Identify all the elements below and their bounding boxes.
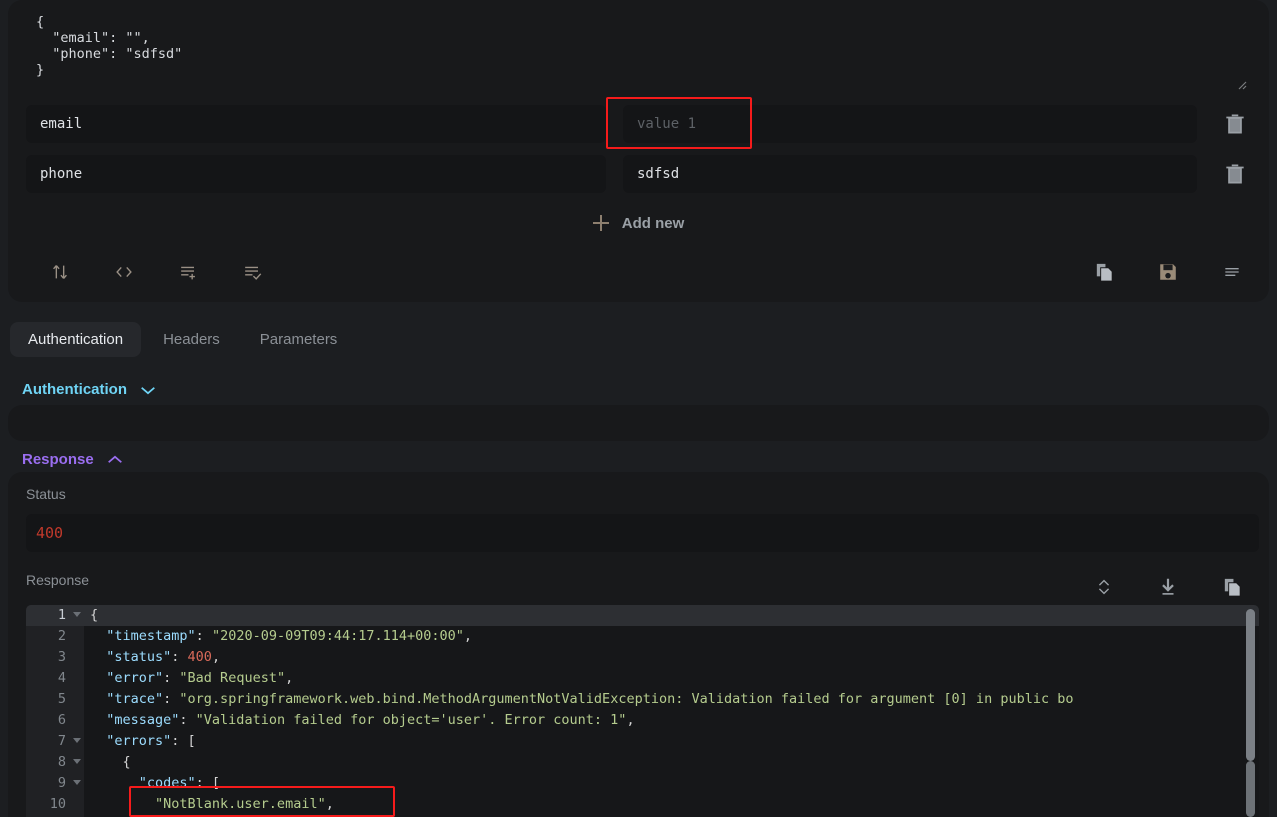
code-token: "2020-09-09T09:44:17.114+00:00" <box>211 628 464 644</box>
code-line: "NotBlank.user.email", <box>84 794 1259 815</box>
code-line: "status": 400, <box>84 647 1259 668</box>
code-token: , <box>463 628 473 644</box>
code-line: { <box>84 605 1259 626</box>
line-number: 1 <box>26 605 84 626</box>
delete-row-icon[interactable] <box>1222 161 1248 187</box>
plus-icon <box>592 215 609 231</box>
add-new-label: Add new <box>621 214 685 232</box>
request-body-editor[interactable]: { "email": "", "phone": "sdfsd" } <box>26 8 1259 93</box>
code-token: : <box>195 628 212 644</box>
response-code-editor[interactable]: 1 2 3 4 5 6 7 8 9 10 { "timestamp": "2020-09-09T0… <box>26 605 1259 817</box>
code-token: "trace" <box>90 691 164 707</box>
code-line: "codes": [ <box>84 773 1259 794</box>
code-token: { <box>90 754 131 770</box>
line-number: 5 <box>57 691 66 707</box>
param-row <box>26 155 1259 193</box>
line-number: 9 <box>26 773 84 794</box>
tab-authentication[interactable]: Authentication <box>10 322 142 357</box>
response-section-header[interactable]: Response <box>22 451 124 468</box>
list-check-icon[interactable] <box>232 252 272 292</box>
editor-scrollbar-track[interactable] <box>1246 761 1255 817</box>
response-label: Response <box>26 572 90 588</box>
status-code: 400 <box>36 524 64 542</box>
request-toolbar <box>8 252 1269 292</box>
chevron-down-icon <box>141 386 155 394</box>
code-token: "status" <box>90 649 172 665</box>
code-line: "message": "Validation failed for object… <box>84 710 1259 731</box>
code-token: : <box>179 712 196 728</box>
param-key-input[interactable] <box>26 155 606 193</box>
tab-headers[interactable]: Headers <box>145 322 238 357</box>
save-icon[interactable] <box>1148 252 1188 292</box>
code-token: "Bad Request" <box>179 670 286 686</box>
code-token: : [ <box>171 733 196 749</box>
authentication-section-title: Authentication <box>22 381 127 398</box>
param-key-input[interactable] <box>26 105 606 143</box>
code-token: "org.springframework.web.bind.MethodArgu… <box>179 691 1074 707</box>
tab-parameters[interactable]: Parameters <box>242 322 356 357</box>
code-token: , <box>325 796 334 812</box>
line-number: 7 <box>26 731 84 752</box>
line-number: 3 <box>57 649 66 665</box>
line-number-gutter: 1 2 3 4 5 6 7 8 9 10 <box>26 605 84 817</box>
response-section-title: Response <box>22 451 94 468</box>
list-add-icon[interactable] <box>168 252 208 292</box>
add-new-button[interactable]: Add new <box>8 208 1269 238</box>
editor-scrollbar-thumb[interactable] <box>1246 609 1255 761</box>
code-token: "timestamp" <box>90 628 196 644</box>
download-icon[interactable] <box>1148 567 1188 607</box>
code-icon[interactable] <box>104 252 144 292</box>
line-number: 8 <box>26 752 84 773</box>
code-token: , <box>626 712 635 728</box>
param-value-input[interactable] <box>623 155 1197 193</box>
param-row <box>26 105 1259 143</box>
line-number: 6 <box>57 712 66 728</box>
code-token: : <box>163 691 180 707</box>
fold-arrow-icon[interactable] <box>73 759 81 764</box>
request-tabs: Authentication Headers Parameters <box>10 322 355 357</box>
param-value-input[interactable] <box>623 105 1197 143</box>
code-token: { <box>90 607 99 623</box>
code-line: "error": "Bad Request", <box>84 668 1259 689</box>
line-number: 10 <box>49 796 66 812</box>
code-token: , <box>285 670 294 686</box>
status-value-box: 400 <box>26 514 1259 552</box>
authentication-panel <box>8 405 1269 441</box>
response-panel: Status 400 Response 1 2 3 4 5 6 7 8 9 10 { "times… <box>8 472 1269 817</box>
expand-collapse-icon[interactable] <box>1084 567 1124 607</box>
delete-row-icon[interactable] <box>1222 111 1248 137</box>
chevron-up-icon <box>107 455 122 463</box>
code-token: "message" <box>90 712 180 728</box>
code-token: , <box>211 649 221 665</box>
code-line: "timestamp": "2020-09-09T09:44:17.114+00… <box>84 626 1259 647</box>
line-number: 2 <box>57 628 66 644</box>
line-number: 4 <box>57 670 66 686</box>
code-token: "Validation failed for object='user'. Er… <box>195 712 627 728</box>
fold-arrow-icon[interactable] <box>73 612 81 617</box>
code-token: "error" <box>90 670 164 686</box>
code-token: "codes" <box>90 775 196 791</box>
menu-icon[interactable] <box>1212 252 1252 292</box>
code-token: "NotBlank.user.email" <box>90 796 326 812</box>
request-panel: { "email": "", "phone": "sdfsd" } Add ne… <box>8 0 1269 302</box>
copy-icon[interactable] <box>1084 252 1124 292</box>
code-token: : <box>163 670 180 686</box>
copy-icon[interactable] <box>1212 567 1252 607</box>
code-line: "errors": [ <box>84 731 1259 752</box>
sort-icon[interactable] <box>40 252 80 292</box>
code-token: : [ <box>195 775 221 791</box>
fold-arrow-icon[interactable] <box>73 738 81 743</box>
fold-arrow-icon[interactable] <box>73 780 81 785</box>
code-content[interactable]: { "timestamp": "2020-09-09T09:44:17.114+… <box>84 605 1259 817</box>
code-token: : <box>171 649 188 665</box>
authentication-section-header[interactable]: Authentication <box>22 381 157 398</box>
code-token: "errors" <box>90 733 172 749</box>
code-line: "trace": "org.springframework.web.bind.M… <box>84 689 1259 710</box>
code-token: 400 <box>187 649 212 665</box>
status-label: Status <box>26 486 66 502</box>
code-line: { <box>84 752 1259 773</box>
